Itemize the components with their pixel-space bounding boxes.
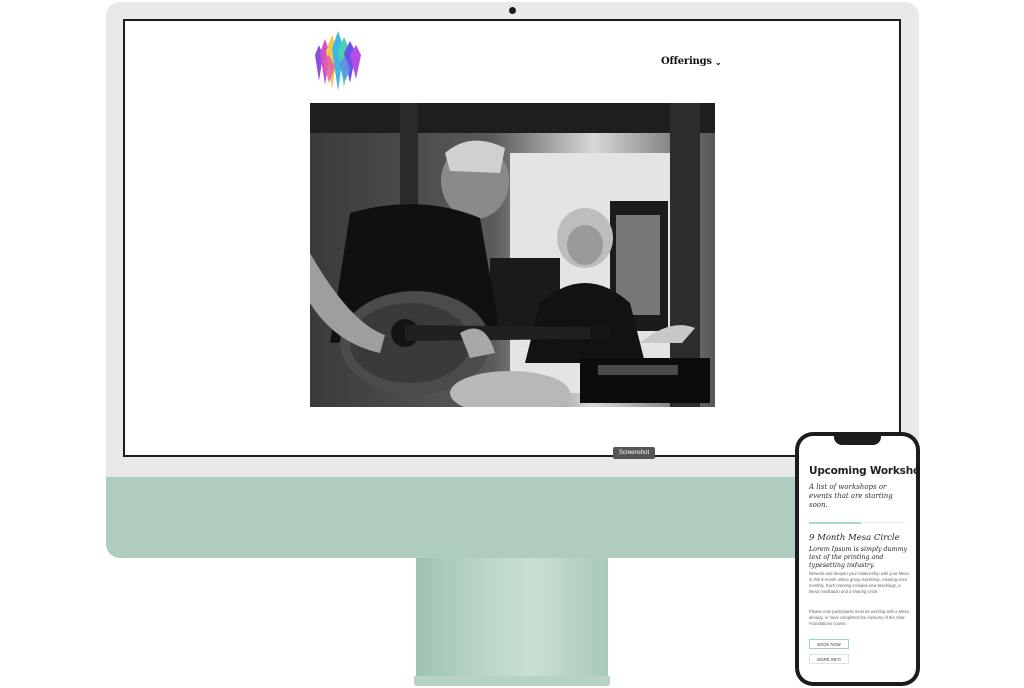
screenshot-tooltip: Screenshot [613, 447, 655, 459]
camera-icon [509, 7, 516, 14]
workshop-title: 9 Month Mesa Circle [809, 533, 900, 543]
phone-screen: Upcoming Workshops A list of workshops o… [799, 436, 916, 682]
workshop-lead: Lorem Ipsum is simply dummy text of the … [809, 546, 908, 569]
phone-frame: Upcoming Workshops A list of workshops o… [795, 432, 920, 686]
page-subtitle: A list of workshops or events that are s… [809, 483, 893, 509]
workshop-note: Please note participants must be working… [809, 609, 909, 626]
crystal-logo-icon[interactable] [311, 31, 365, 93]
imac-stand-foot [414, 676, 610, 686]
chevron-down-icon: ⌄ [714, 57, 722, 67]
hero-photo [310, 103, 715, 407]
divider [809, 522, 861, 524]
book-now-button[interactable]: BOOK NOW [809, 639, 849, 649]
nav-offerings-label: Offerings [661, 56, 712, 67]
divider [861, 522, 905, 523]
page-title: Upcoming Workshops [809, 465, 916, 477]
more-info-button[interactable]: MORE INFO [809, 654, 849, 664]
nav-offerings[interactable]: Offerings ⌄ [661, 56, 722, 67]
imac-screen: Offerings ⌄ [123, 19, 901, 457]
phone-notch [834, 436, 881, 445]
workshop-description: Network and deepen your relationship wit… [809, 571, 909, 594]
imac-stand [416, 558, 608, 676]
